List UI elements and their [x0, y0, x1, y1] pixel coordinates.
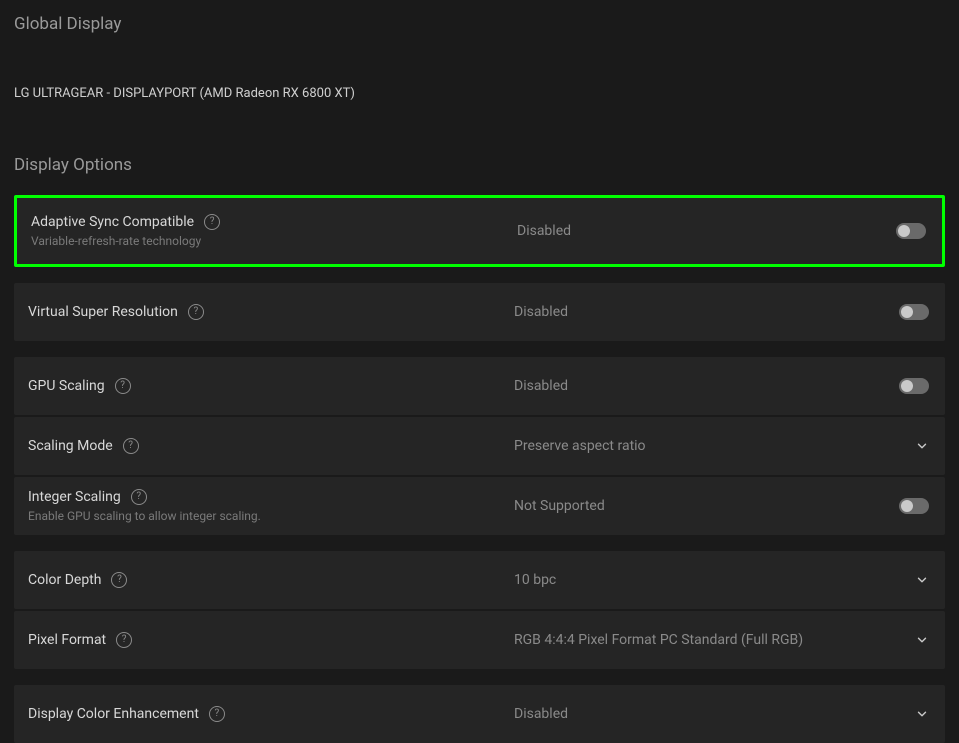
chevron-down-icon[interactable] — [915, 707, 929, 721]
gpu-scaling-toggle[interactable] — [899, 378, 929, 394]
adaptive-sync-value: Disabled — [517, 223, 571, 239]
gpu-scaling-value: Disabled — [514, 378, 568, 394]
display-device-name: LG ULTRAGEAR - DISPLAYPORT (AMD Radeon R… — [14, 86, 945, 101]
row-color-enhancement[interactable]: Display Color Enhancement ? Disabled — [14, 685, 945, 743]
help-icon[interactable]: ? — [209, 706, 225, 722]
row-color-depth[interactable]: Color Depth ? 10 bpc — [14, 551, 945, 609]
row-vsr: Virtual Super Resolution ? Disabled — [14, 283, 945, 341]
chevron-down-icon[interactable] — [915, 439, 929, 453]
global-display-title: Global Display — [14, 14, 945, 34]
adaptive-sync-label: Adaptive Sync Compatible — [31, 214, 194, 230]
gpu-scaling-label: GPU Scaling — [28, 378, 105, 394]
pixel-format-value: RGB 4:4:4 Pixel Format PC Standard (Full… — [514, 632, 803, 648]
help-icon[interactable]: ? — [188, 304, 204, 320]
help-icon[interactable]: ? — [116, 632, 132, 648]
scaling-mode-value: Preserve aspect ratio — [514, 438, 646, 454]
help-icon[interactable]: ? — [131, 489, 147, 505]
pixel-format-label: Pixel Format — [28, 632, 106, 648]
integer-scaling-value: Not Supported — [514, 498, 605, 514]
integer-scaling-toggle[interactable] — [899, 498, 929, 514]
help-icon[interactable]: ? — [115, 378, 131, 394]
chevron-down-icon[interactable] — [915, 573, 929, 587]
vsr-label: Virtual Super Resolution — [28, 304, 178, 320]
row-scaling-mode[interactable]: Scaling Mode ? Preserve aspect ratio — [14, 417, 945, 475]
color-enhancement-label: Display Color Enhancement — [28, 706, 199, 722]
adaptive-sync-toggle[interactable] — [896, 223, 926, 239]
color-depth-label: Color Depth — [28, 572, 101, 588]
color-depth-value: 10 bpc — [514, 572, 556, 588]
help-icon[interactable]: ? — [204, 214, 220, 230]
integer-scaling-label: Integer Scaling — [28, 489, 121, 505]
vsr-value: Disabled — [514, 304, 568, 320]
row-gpu-scaling: GPU Scaling ? Disabled — [14, 357, 945, 415]
adaptive-sync-sub: Variable-refresh-rate technology — [31, 234, 473, 248]
color-enhancement-value: Disabled — [514, 706, 568, 722]
integer-scaling-sub: Enable GPU scaling to allow integer scal… — [28, 509, 470, 523]
row-integer-scaling: Integer Scaling ? Enable GPU scaling to … — [14, 477, 945, 535]
chevron-down-icon[interactable] — [915, 633, 929, 647]
scaling-mode-label: Scaling Mode — [28, 438, 113, 454]
row-adaptive-sync: Adaptive Sync Compatible ? Variable-refr… — [14, 195, 945, 267]
row-pixel-format[interactable]: Pixel Format ? RGB 4:4:4 Pixel Format PC… — [14, 611, 945, 669]
vsr-toggle[interactable] — [899, 304, 929, 320]
help-icon[interactable]: ? — [111, 572, 127, 588]
help-icon[interactable]: ? — [123, 438, 139, 454]
display-options-title: Display Options — [14, 155, 945, 175]
